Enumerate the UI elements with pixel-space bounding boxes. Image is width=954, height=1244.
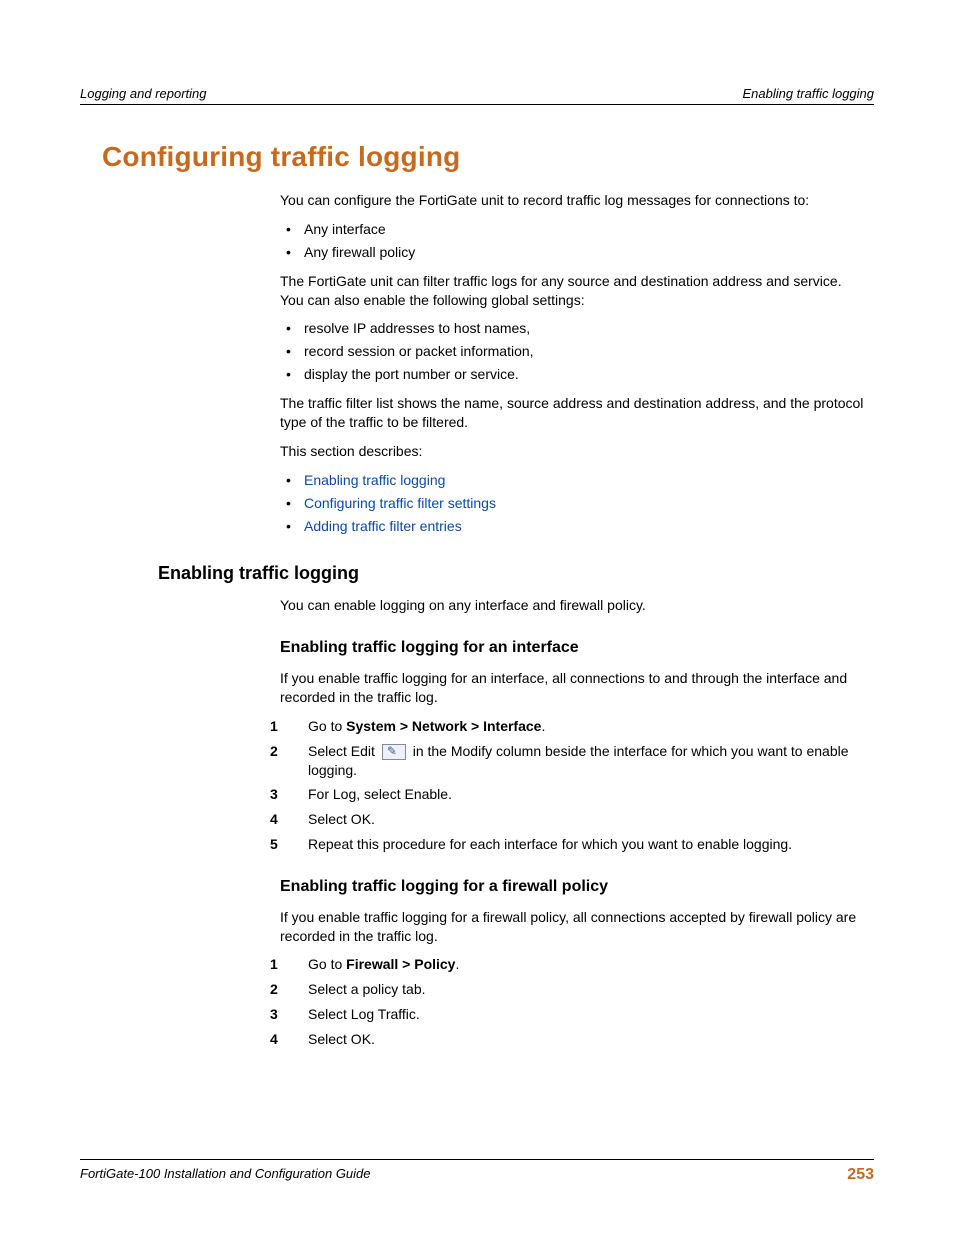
list-item: Configuring traffic filter settings [280, 494, 868, 513]
policy-steps: 1 Go to Firewall > Policy. 2 Select a po… [270, 955, 868, 1049]
list-item: Any interface [280, 220, 868, 239]
step-row: 5 Repeat this procedure for each interfa… [270, 835, 868, 854]
list-item: Any firewall policy [280, 243, 868, 262]
step-row: 2 Select a policy tab. [270, 980, 868, 999]
page-number: 253 [847, 1166, 874, 1184]
policy-p1: If you enable traffic logging for a fire… [280, 908, 868, 946]
link-adding-traffic-filter-entries[interactable]: Adding traffic filter entries [304, 518, 462, 534]
step-body: Select a policy tab. [308, 980, 868, 999]
edit-icon [382, 744, 406, 760]
link-configuring-traffic-filter-settings[interactable]: Configuring traffic filter settings [304, 495, 496, 511]
policy-block: Enabling traffic logging for a firewall … [280, 876, 868, 945]
step-number: 2 [270, 742, 308, 780]
step-number: 4 [270, 1030, 308, 1049]
iface-p1: If you enable traffic logging for an int… [280, 669, 868, 707]
step-row: 3 For Log, select Enable. [270, 785, 868, 804]
step-bold: System > Network > Interface [346, 718, 541, 734]
intro-block: You can configure the FortiGate unit to … [280, 191, 868, 535]
step-body: Go to System > Network > Interface. [308, 717, 868, 736]
step-row: 4 Select OK. [270, 810, 868, 829]
step-number: 2 [270, 980, 308, 999]
step-body: Repeat this procedure for each interface… [308, 835, 868, 854]
intro-bullets-2: resolve IP addresses to host names, reco… [280, 319, 868, 384]
step-body: Select Log Traffic. [308, 1005, 868, 1024]
intro-p2: The FortiGate unit can filter traffic lo… [280, 272, 868, 310]
step-text: . [541, 718, 545, 734]
list-item: resolve IP addresses to host names, [280, 319, 868, 338]
iface-steps: 1 Go to System > Network > Interface. 2 … [270, 717, 868, 854]
step-row: 2 Select Edit in the Modify column besid… [270, 742, 868, 780]
step-text: . [455, 956, 459, 972]
intro-bullets-1: Any interface Any firewall policy [280, 220, 868, 262]
link-bullets: Enabling traffic logging Configuring tra… [280, 471, 868, 536]
step-number: 3 [270, 1005, 308, 1024]
step-text: Go to [308, 956, 346, 972]
step-number: 1 [270, 717, 308, 736]
step-text: Select Edit [308, 743, 379, 759]
step-text: Go to [308, 718, 346, 734]
list-item: Enabling traffic logging [280, 471, 868, 490]
step-body: Select OK. [308, 1030, 868, 1049]
step-row: 1 Go to Firewall > Policy. [270, 955, 868, 974]
step-body: Go to Firewall > Policy. [308, 955, 868, 974]
page: Logging and reporting Enabling traffic l… [0, 0, 954, 1244]
subheading-interface: Enabling traffic logging for an interfac… [280, 637, 868, 659]
list-item: display the port number or service. [280, 365, 868, 384]
step-row: 1 Go to System > Network > Interface. [270, 717, 868, 736]
step-body: For Log, select Enable. [308, 785, 868, 804]
enabling-intro: You can enable logging on any interface … [280, 596, 868, 706]
running-footer: FortiGate-100 Installation and Configura… [80, 1159, 874, 1184]
step-bold: Firewall > Policy [346, 956, 455, 972]
section-heading-enabling: Enabling traffic logging [158, 563, 874, 584]
step-body: Select OK. [308, 810, 868, 829]
step-row: 4 Select OK. [270, 1030, 868, 1049]
running-header: Logging and reporting Enabling traffic l… [80, 86, 874, 105]
step-body: Select Edit in the Modify column beside … [308, 742, 868, 780]
header-left: Logging and reporting [80, 86, 207, 101]
step-row: 3 Select Log Traffic. [270, 1005, 868, 1024]
intro-p1: You can configure the FortiGate unit to … [280, 191, 868, 210]
footer-left: FortiGate-100 Installation and Configura… [80, 1166, 371, 1184]
page-title: Configuring traffic logging [102, 141, 874, 173]
subheading-firewall-policy: Enabling traffic logging for a firewall … [280, 876, 868, 898]
step-number: 5 [270, 835, 308, 854]
list-item: Adding traffic filter entries [280, 517, 868, 536]
intro-p4: This section describes: [280, 442, 868, 461]
step-number: 3 [270, 785, 308, 804]
step-number: 1 [270, 955, 308, 974]
link-enabling-traffic-logging[interactable]: Enabling traffic logging [304, 472, 445, 488]
intro-p3: The traffic filter list shows the name, … [280, 394, 868, 432]
enabling-p1: You can enable logging on any interface … [280, 596, 868, 615]
step-number: 4 [270, 810, 308, 829]
header-right: Enabling traffic logging [742, 86, 874, 101]
list-item: record session or packet information, [280, 342, 868, 361]
